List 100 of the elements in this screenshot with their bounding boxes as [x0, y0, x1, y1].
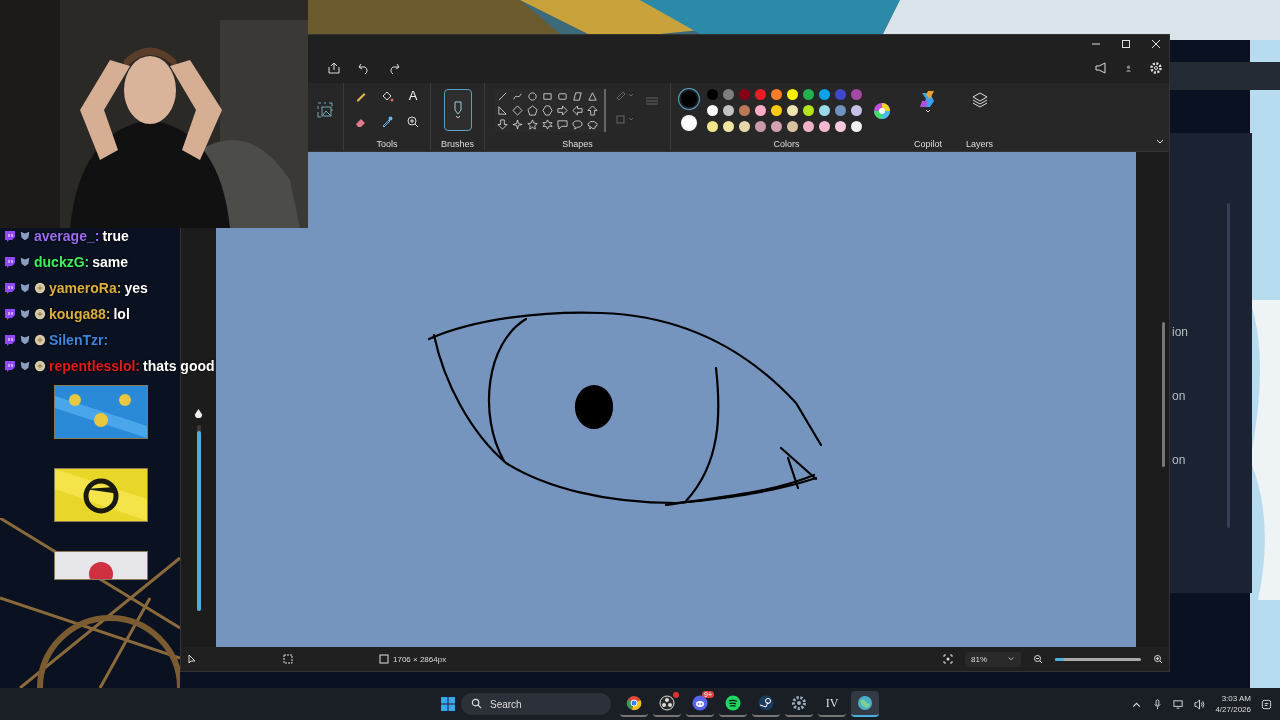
shape-icon[interactable]: [497, 105, 509, 116]
shape-icon[interactable]: [557, 119, 569, 130]
brush-button[interactable]: [443, 89, 472, 131]
color-swatch[interactable]: [851, 89, 863, 100]
chat-username: duckzG:: [34, 254, 90, 270]
coin-icon: [34, 282, 46, 294]
undo-icon[interactable]: [357, 61, 371, 75]
color-swatch[interactable]: [739, 105, 751, 116]
shape-icon[interactable]: [527, 119, 539, 130]
badge-icon: [19, 360, 31, 372]
group-label: Colors: [773, 139, 800, 149]
pointer-icon: [187, 654, 197, 664]
fill-bucket-icon[interactable]: [380, 89, 394, 103]
magnifier-icon[interactable]: [406, 115, 420, 129]
color-swatch[interactable]: [787, 105, 799, 116]
share-icon[interactable]: [327, 61, 341, 75]
shape-icon[interactable]: [557, 91, 569, 102]
shape-icon[interactable]: [527, 105, 539, 116]
zoom-slider[interactable]: [1055, 657, 1141, 661]
discord-icon: [692, 695, 708, 711]
color-swatch[interactable]: [755, 121, 767, 132]
zoom-out-icon[interactable]: [1033, 654, 1043, 664]
color-swatch[interactable]: [723, 121, 735, 132]
selection-icon: [283, 654, 293, 664]
shape-icon[interactable]: [542, 91, 554, 102]
text-tool[interactable]: A: [406, 89, 420, 103]
color-swatch[interactable]: [803, 89, 815, 100]
shape-icon[interactable]: [512, 105, 524, 116]
badge-icon: [19, 230, 31, 242]
image-select-icon[interactable]: [317, 102, 333, 118]
color-swatch[interactable]: [723, 89, 735, 100]
close-icon[interactable]: [1151, 39, 1161, 49]
color-swatch[interactable]: [707, 89, 719, 100]
shape-icon[interactable]: [527, 91, 539, 102]
shape-icon[interactable]: [572, 119, 584, 130]
network-icon[interactable]: [1173, 698, 1185, 710]
color-picker-icon[interactable]: [380, 115, 394, 129]
group-label: Brushes: [441, 139, 475, 149]
megaphone-icon[interactable]: [1094, 61, 1108, 75]
clock-time: 3:03 AM: [1221, 693, 1251, 704]
canvas-size: 1706 × 2864px: [393, 654, 447, 664]
chat-username: SilenTzr:: [49, 332, 109, 348]
zoom-in-icon[interactable]: [1153, 654, 1163, 664]
shape-icon[interactable]: [587, 91, 599, 102]
color-swatch[interactable]: [803, 105, 815, 116]
shape-icon[interactable]: [497, 91, 509, 102]
color-swatch[interactable]: [835, 89, 847, 100]
color-swatch[interactable]: [723, 105, 735, 116]
maximize-icon[interactable]: [1121, 39, 1131, 49]
color-swatch[interactable]: [819, 121, 831, 132]
shape-icon[interactable]: [557, 105, 569, 116]
shape-icon[interactable]: [512, 91, 524, 102]
color-swatch[interactable]: [835, 121, 847, 132]
notification-icon[interactable]: [1261, 698, 1272, 710]
scrollbar[interactable]: [1162, 322, 1165, 467]
shape-icon[interactable]: [512, 119, 524, 130]
steam-icon: [758, 695, 774, 711]
color-swatch[interactable]: [739, 89, 751, 100]
drop-icon: [194, 408, 203, 419]
search-field[interactable]: Search: [461, 693, 611, 715]
fit-to-window-icon[interactable]: [943, 654, 953, 664]
account-icon[interactable]: [1124, 63, 1133, 73]
chat-logo-icon: [4, 282, 16, 294]
color-swatch[interactable]: [755, 105, 767, 116]
color-swatch[interactable]: [851, 105, 863, 116]
color-wheel-icon[interactable]: [872, 100, 893, 121]
badge-icon: [19, 256, 31, 268]
shape-icon[interactable]: [572, 105, 584, 116]
color-swatch[interactable]: [707, 121, 719, 132]
start-icon[interactable]: [440, 696, 456, 712]
color-swatch[interactable]: [755, 89, 767, 100]
canvas-size-icon: [379, 654, 389, 664]
shape-icon[interactable]: [542, 119, 554, 130]
shape-icon[interactable]: [587, 119, 599, 130]
color-swatch[interactable]: [787, 121, 799, 132]
color-swatch[interactable]: [819, 105, 831, 116]
redo-icon[interactable]: [387, 61, 401, 75]
clock[interactable]: 3:03 AM 4/27/2026: [1215, 693, 1251, 715]
color-swatch[interactable]: [851, 121, 863, 132]
shape-icon[interactable]: [572, 91, 584, 102]
secondary-color[interactable]: [681, 114, 698, 131]
color-swatch[interactable]: [739, 121, 751, 132]
taskbar-app[interactable]: [851, 691, 879, 717]
zoom-dropdown[interactable]: 81%: [965, 651, 1021, 667]
color-swatch[interactable]: [771, 105, 783, 116]
primary-color[interactable]: [681, 90, 698, 107]
color-swatch[interactable]: [771, 121, 783, 132]
taskbar-app[interactable]: IV: [818, 691, 846, 717]
settings-icon[interactable]: [1149, 61, 1163, 75]
color-swatch[interactable]: [707, 105, 719, 116]
shape-icon[interactable]: [497, 119, 509, 130]
shape-icon[interactable]: [542, 105, 554, 116]
color-swatch[interactable]: [803, 121, 815, 132]
volume-icon[interactable]: [1194, 698, 1206, 710]
color-swatch[interactable]: [787, 89, 799, 100]
color-swatch[interactable]: [835, 105, 847, 116]
color-swatch[interactable]: [819, 89, 831, 100]
taskbar-app[interactable]: [653, 691, 681, 717]
shape-icon[interactable]: [587, 105, 599, 116]
color-swatch[interactable]: [771, 89, 783, 100]
